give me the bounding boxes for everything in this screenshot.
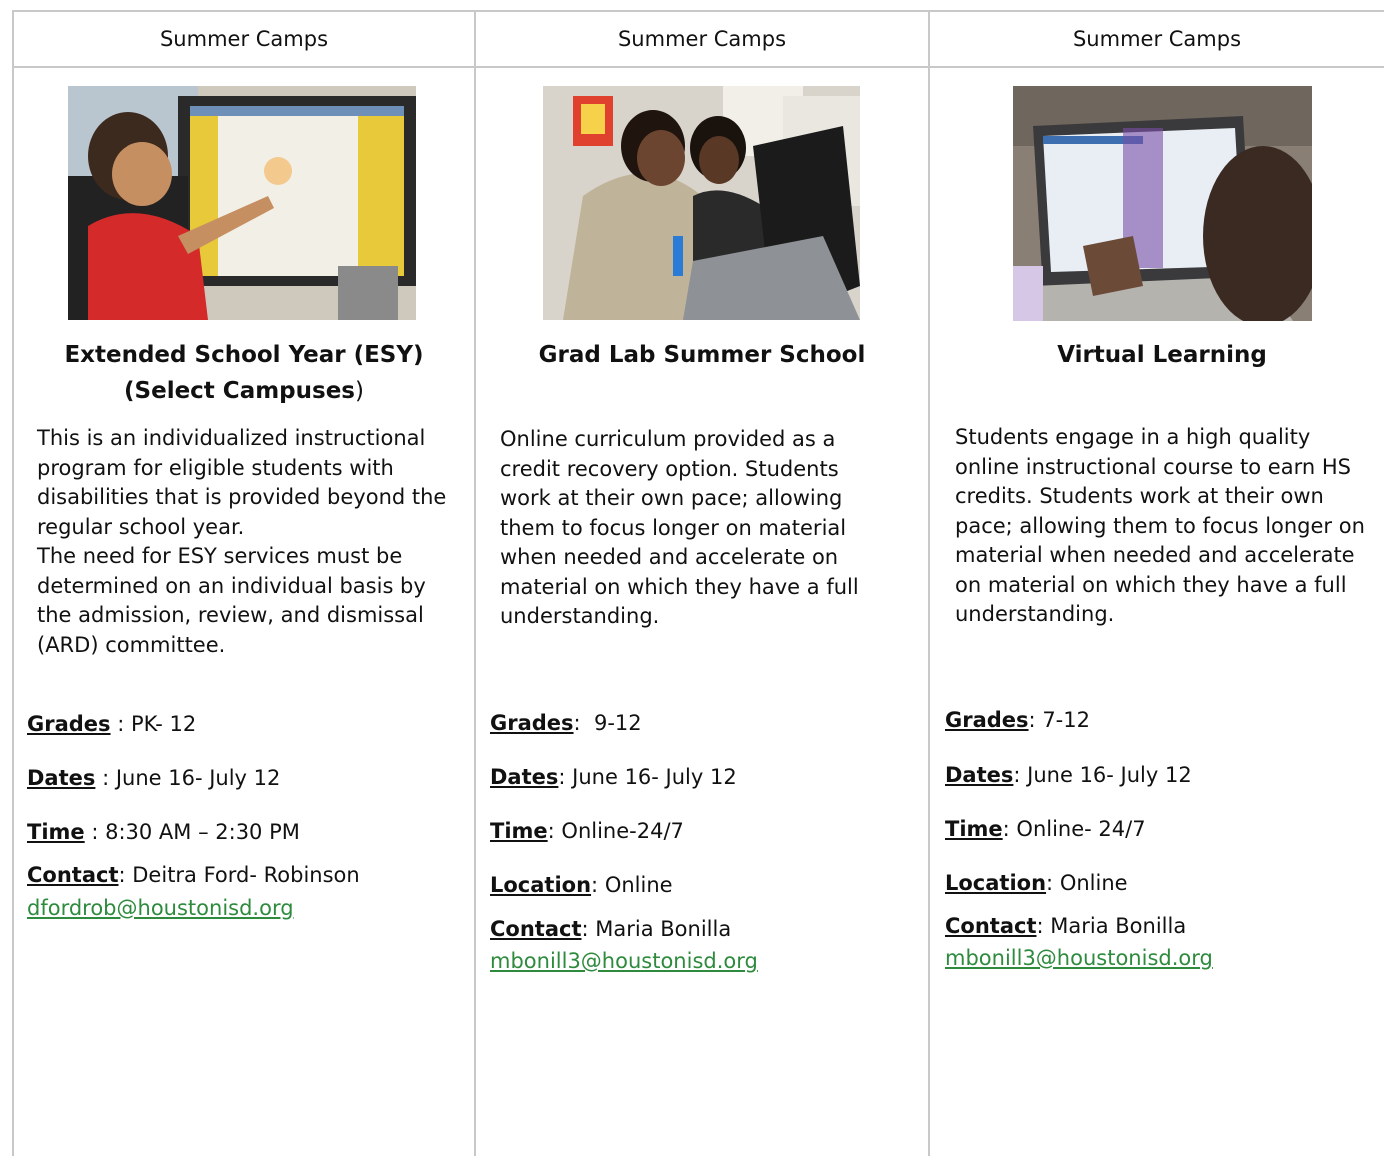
esy-grades-sep: : (110, 712, 131, 736)
virtual-learning-grades-sep: : (1028, 708, 1043, 732)
virtual-learning-time: Time: Online- 24/7 (945, 814, 1146, 844)
grad-lab-contact-value: Maria Bonilla (595, 917, 732, 941)
esy-time: Time : 8:30 AM – 2:30 PM (27, 817, 300, 847)
grad-lab-grades-sep: : (573, 711, 594, 735)
grad-lab-dates: Dates: June 16- July 12 (490, 762, 737, 792)
esy-grades-value: PK- 12 (130, 712, 197, 736)
esy-grades: Grades : PK- 12 (27, 709, 196, 739)
esy-description: This is an individualized instructional … (37, 424, 447, 660)
virtual-learning-grades-value: 7-12 (1042, 708, 1090, 732)
grad-lab-time: Time: Online-24/7 (490, 816, 684, 846)
virtual-learning-location: Location: Online (945, 868, 1128, 898)
grad-lab-dates-label: Dates (490, 765, 559, 789)
virtual-learning-location-value: Online (1059, 871, 1128, 895)
virtual-learning-location-label: Location (945, 871, 1047, 895)
esy-description-p2: The need for ESY services must be determ… (37, 544, 426, 657)
virtual-learning-description: Students engage in a high quality online… (955, 425, 1365, 626)
esy-title-paren: ) (355, 378, 364, 404)
virtual-learning-dates-label: Dates (945, 763, 1014, 787)
grad-lab-contact-sep: : (581, 917, 596, 941)
grad-lab-time-sep: : (547, 819, 562, 843)
esy-contact-sep: : (118, 863, 133, 887)
virtual-learning-contact: Contact: Maria Bonilla (945, 911, 1186, 941)
virtual-learning-dates-value: June 16- July 12 (1027, 763, 1192, 787)
grad-lab-grades-label: Grades (490, 711, 574, 735)
virtual-learning-contact-label: Contact (945, 914, 1037, 938)
esy-time-label: Time (27, 820, 85, 844)
esy-dates: Dates : June 16- July 12 (27, 763, 280, 793)
grad-lab-photo (543, 86, 860, 320)
virtual-learning-dates: Dates: June 16- July 12 (945, 760, 1192, 790)
virtual-learning-title: Virtual Learning (1057, 342, 1267, 368)
grad-lab-time-value: Online-24/7 (561, 819, 684, 843)
grad-lab-location-value: Online (604, 873, 673, 897)
esy-contact-value: Deitra Ford- Robinson (132, 863, 360, 887)
grad-lab-grades: Grades: 9-12 (490, 708, 642, 738)
grad-lab-description: Online curriculum provided as a credit r… (500, 427, 859, 628)
column-divider-2 (928, 10, 930, 1156)
virtual-learning-photo (1013, 86, 1312, 321)
grad-lab-dates-sep: : (558, 765, 573, 789)
esy-title: Extended School Year (ESY) (Select Campu… (14, 337, 474, 409)
table-left-border (12, 10, 14, 1156)
column-divider-1 (474, 10, 476, 1156)
virtual-learning-time-label: Time (945, 817, 1003, 841)
virtual-learning-location-sep: : (1046, 871, 1060, 895)
esy-title-line2: (Select Campuses (124, 378, 355, 404)
esy-title-line1: Extended School Year (ESY) (64, 342, 424, 368)
esy-time-sep: : (84, 820, 106, 844)
grad-lab-title: Grad Lab Summer School (538, 342, 866, 368)
esy-contact: Contact: Deitra Ford- Robinson (27, 860, 360, 890)
column-header-grad-lab: Summer Camps (617, 27, 787, 51)
grad-lab-time-label: Time (490, 819, 548, 843)
esy-email-link[interactable]: dfordrob@houstonisd.org (27, 893, 294, 923)
column-header-esy: Summer Camps (159, 27, 329, 51)
virtual-learning-contact-sep: : (1036, 914, 1051, 938)
virtual-learning-dates-sep: : (1013, 763, 1028, 787)
esy-time-value: 8:30 AM – 2:30 PM (105, 820, 300, 844)
grad-lab-email-link[interactable]: mbonill3@houstonisd.org (490, 946, 758, 976)
esy-photo (68, 86, 416, 320)
esy-title-line2-wrap: (Select Campuses) (14, 373, 474, 409)
esy-contact-label: Contact (27, 863, 119, 887)
esy-grades-label: Grades (27, 712, 111, 736)
virtual-learning-time-value: Online- 24/7 (1016, 817, 1146, 841)
grad-lab-dates-value: June 16- July 12 (572, 765, 737, 789)
virtual-learning-contact-value: Maria Bonilla (1050, 914, 1187, 938)
virtual-learning-email-link[interactable]: mbonill3@houstonisd.org (945, 943, 1213, 973)
esy-description-p1: This is an individualized instructional … (37, 426, 447, 539)
grad-lab-contact-label: Contact (490, 917, 582, 941)
esy-dates-value: June 16- July 12 (115, 766, 281, 790)
virtual-learning-time-sep: : (1002, 817, 1017, 841)
virtual-learning-grades-label: Grades (945, 708, 1029, 732)
grad-lab-location-label: Location (490, 873, 592, 897)
grad-lab-location: Location: Online (490, 870, 673, 900)
esy-dates-label: Dates (27, 766, 96, 790)
grad-lab-grades-value: 9-12 (593, 711, 642, 735)
grad-lab-contact: Contact: Maria Bonilla (490, 914, 731, 944)
esy-dates-sep: : (95, 766, 116, 790)
column-header-virtual: Summer Camps (1072, 27, 1242, 51)
grad-lab-location-sep: : (591, 873, 605, 897)
virtual-learning-grades: Grades: 7-12 (945, 705, 1090, 735)
header-divider (12, 66, 1384, 68)
